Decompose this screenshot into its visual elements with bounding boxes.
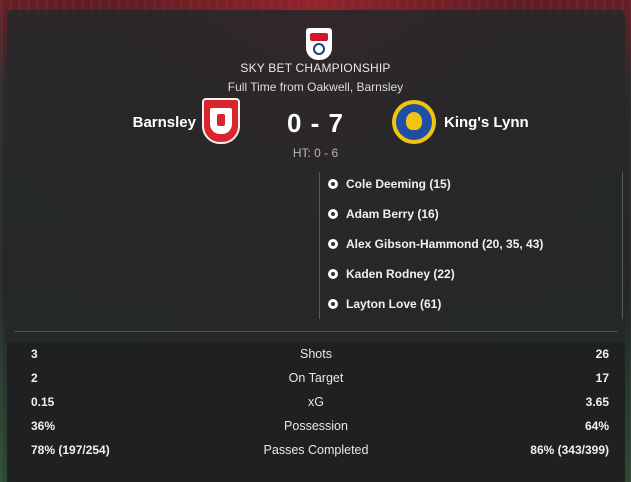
scorer-label: Adam Berry (16) xyxy=(346,207,439,221)
football-icon xyxy=(328,209,338,219)
scorer-item[interactable]: Adam Berry (16) xyxy=(328,204,439,224)
stat-away-value: 3.65 xyxy=(585,395,609,409)
competition-name: SKY BET CHAMPIONSHIP xyxy=(240,61,391,75)
half-time-score: HT: 0 - 6 xyxy=(292,146,339,160)
away-crest-icon[interactable] xyxy=(392,100,436,144)
stat-label: On Target xyxy=(288,371,344,385)
football-icon xyxy=(328,299,338,309)
stat-away-value: 17 xyxy=(595,371,609,385)
score: 0 - 7 xyxy=(286,108,345,138)
football-icon xyxy=(328,269,338,279)
stat-away-value: 86% (343/399) xyxy=(530,443,609,457)
stat-row-xg: 0.15 xG 3.65 xyxy=(7,390,625,414)
scorer-label: Alex Gibson-Hammond (20, 35, 43) xyxy=(346,237,544,251)
stat-row-passes-completed: 78% (197/254) Passes Completed 86% (343/… xyxy=(7,438,625,462)
scorer-item[interactable]: Alex Gibson-Hammond (20, 35, 43) xyxy=(328,234,543,254)
goal-scorers-list: Cole Deeming (15) Adam Berry (16) Alex G… xyxy=(319,172,623,319)
section-divider xyxy=(14,331,618,332)
football-icon xyxy=(328,179,338,189)
scorer-item[interactable]: Layton Love (61) xyxy=(328,294,441,314)
scorer-label: Layton Love (61) xyxy=(346,297,442,311)
stat-label: Shots xyxy=(300,347,332,361)
competition-logo-icon xyxy=(306,28,332,60)
away-team-name[interactable]: King's Lynn xyxy=(444,114,529,131)
stat-away-value: 64% xyxy=(584,419,609,433)
stat-label: Possession xyxy=(284,419,348,433)
scorer-item[interactable]: Kaden Rodney (22) xyxy=(328,264,455,284)
venue-text: Full Time from Oakwell, Barnsley xyxy=(227,80,404,94)
stat-row-possession: 36% Possession 64% xyxy=(7,414,625,438)
stat-label: xG xyxy=(308,395,324,409)
stat-row-shots: 3 Shots 26 xyxy=(7,342,625,366)
match-stats-table: 3 Shots 26 2 On Target 17 0.15 xG 3.65 3… xyxy=(7,342,625,482)
scorer-label: Cole Deeming (15) xyxy=(346,177,451,191)
scorer-item[interactable]: Cole Deeming (15) xyxy=(328,174,451,194)
football-icon xyxy=(328,239,338,249)
stat-row-on-target: 2 On Target 17 xyxy=(7,366,625,390)
scorer-label: Kaden Rodney (22) xyxy=(346,267,455,281)
stat-away-value: 26 xyxy=(595,347,609,361)
